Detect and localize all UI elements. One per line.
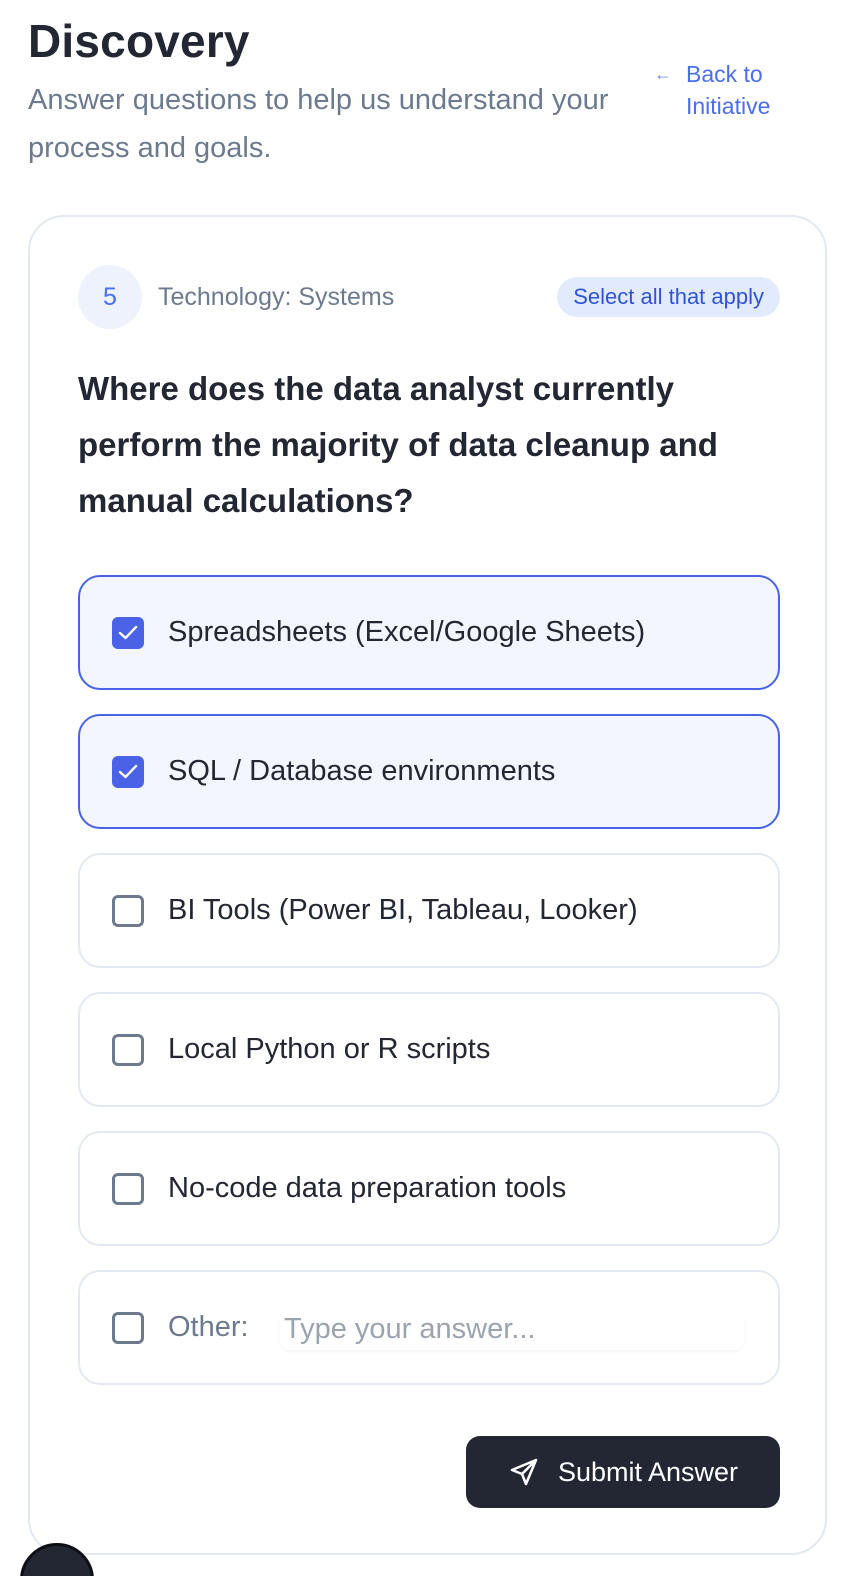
checkmark-icon <box>118 764 138 779</box>
back-link-label: Back to Initiative <box>686 61 771 119</box>
checkbox[interactable] <box>112 1312 144 1344</box>
checkmark-icon <box>118 625 138 640</box>
page-subtitle: Answer questions to help us understand y… <box>28 84 609 164</box>
question-text: Where does the data analyst currently pe… <box>78 370 718 519</box>
checkbox[interactable] <box>112 617 144 649</box>
question-number: 5 <box>78 265 142 329</box>
select-all-badge: Select all that apply <box>557 277 780 317</box>
arrow-left-icon: ← <box>654 64 672 84</box>
submit-label: Submit Answer <box>557 1456 739 1487</box>
question-header: 5 Technology: Systems Select all that ap… <box>78 265 780 331</box>
option-label: BI Tools (Power BI, Tableau, Looker) <box>168 894 638 926</box>
checkbox[interactable] <box>112 1173 144 1205</box>
back-to-initiative-link[interactable]: ← Back to Initiative <box>654 58 824 122</box>
option-label: SQL / Database environments <box>168 755 556 787</box>
checkbox[interactable] <box>112 895 144 927</box>
option-other[interactable]: Other: <box>78 1270 780 1385</box>
option-label: Spreadsheets (Excel/Google Sheets) <box>168 616 646 648</box>
other-answer-input[interactable] <box>280 1308 744 1350</box>
page-header: Discovery Answer questions to help us un… <box>28 14 826 174</box>
other-label: Other: <box>168 1311 249 1343</box>
option-label: No-code data preparation tools <box>168 1172 567 1204</box>
option-item[interactable]: BI Tools (Power BI, Tableau, Looker) <box>78 853 780 968</box>
option-item[interactable]: Local Python or R scripts <box>78 992 780 1107</box>
option-item[interactable]: SQL / Database environments <box>78 714 780 829</box>
option-label: Local Python or R scripts <box>168 1033 491 1065</box>
options-list: Spreadsheets (Excel/Google Sheets) SQL /… <box>78 575 780 1409</box>
submit-answer-button[interactable]: Submit Answer <box>466 1436 780 1508</box>
question-card: 5 Technology: Systems Select all that ap… <box>28 215 827 1555</box>
option-item[interactable]: Spreadsheets (Excel/Google Sheets) <box>78 575 780 690</box>
option-item[interactable]: No-code data preparation tools <box>78 1131 780 1246</box>
page-title: Discovery <box>28 15 250 67</box>
checkbox[interactable] <box>112 1034 144 1066</box>
checkbox[interactable] <box>112 756 144 788</box>
question-category: Technology: Systems <box>158 283 395 311</box>
send-icon <box>510 1458 538 1486</box>
